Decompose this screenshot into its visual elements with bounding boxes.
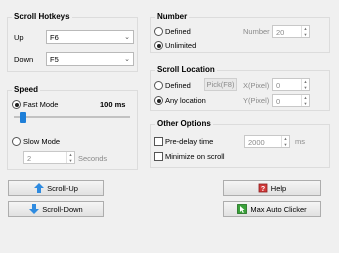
max-auto-clicker-label: Max Auto Clicker [250, 204, 307, 214]
arrow-down-icon [29, 204, 40, 214]
number-group: Number Defined Number 20 ▲ ▼ Unlimited [150, 12, 330, 53]
down-label: Down [14, 55, 34, 64]
spin-arrows-icon[interactable]: ▲ ▼ [281, 136, 289, 147]
slow-seconds-input[interactable]: 2 ▲ ▼ [23, 151, 75, 164]
scroll-location-title: Scroll Location [155, 65, 217, 74]
slow-seconds-value: 2 [27, 154, 32, 163]
number-defined-radio[interactable] [154, 27, 163, 36]
predelay-value: 2000 [248, 138, 265, 147]
slow-unit-label: Seconds [78, 154, 108, 163]
scroll-up-label: Scroll-Up [47, 183, 78, 193]
scroll-down-label: Scroll-Down [42, 204, 83, 214]
speed-slider-track[interactable] [14, 116, 130, 118]
scroll-up-button[interactable]: Scroll-Up [8, 180, 104, 196]
y-pixel-label: Y(Pixel) [243, 96, 270, 105]
scroll-location-group: Scroll Location Defined Pick(F8) X(Pixel… [150, 65, 330, 111]
predelay-label[interactable]: Pre-delay time [165, 137, 213, 146]
up-hotkey-value: F6 [50, 33, 59, 42]
down-hotkey-value: F5 [50, 55, 59, 64]
auto-clicker-icon [237, 204, 248, 214]
help-icon: ? [258, 183, 268, 193]
y-pixel-input[interactable]: 0 ▲ ▼ [272, 94, 310, 107]
number-label: Number [243, 27, 270, 36]
unlimited-label[interactable]: Unlimited [165, 41, 196, 50]
predelay-input[interactable]: 2000 ▲ ▼ [244, 135, 290, 148]
spin-arrows-icon[interactable]: ▲ ▼ [66, 152, 74, 163]
help-button[interactable]: ? Help [223, 180, 321, 196]
fast-value: 100 ms [100, 100, 126, 109]
fast-mode-radio[interactable] [12, 100, 21, 109]
speed-slider-thumb[interactable] [19, 112, 26, 123]
up-label: Up [14, 33, 24, 42]
any-location-radio[interactable] [154, 96, 163, 105]
scroll-hotkeys-title: Scroll Hotkeys [12, 12, 72, 21]
scroll-hotkeys-group: Scroll Hotkeys Up F6 ⌄ Down F5 ⌄ [7, 12, 138, 72]
location-defined-radio[interactable] [154, 81, 163, 90]
minimize-checkbox[interactable] [154, 152, 163, 161]
help-label: Help [270, 183, 287, 193]
up-hotkey-select[interactable]: F6 ⌄ [46, 30, 134, 44]
spin-arrows-icon[interactable]: ▲ ▼ [301, 95, 309, 106]
predelay-checkbox[interactable] [154, 137, 163, 146]
x-pixel-value: 0 [276, 81, 281, 90]
down-hotkey-select[interactable]: F5 ⌄ [46, 52, 134, 66]
x-pixel-label: X(Pixel) [243, 81, 270, 90]
chevron-down-icon: ⌄ [124, 34, 130, 41]
chevron-down-icon: ⌄ [124, 56, 130, 63]
other-options-group: Other Options Pre-delay time 2000 ▲ ▼ ms … [150, 119, 330, 168]
unlimited-radio[interactable] [154, 41, 163, 50]
fast-mode-label[interactable]: Fast Mode [23, 100, 58, 109]
predelay-unit: ms [295, 137, 305, 146]
spin-arrows-icon[interactable]: ▲ ▼ [301, 26, 309, 37]
number-title: Number [155, 12, 190, 21]
slow-mode-label[interactable]: Slow Mode [23, 137, 60, 146]
spin-arrows-icon[interactable]: ▲ ▼ [301, 79, 309, 90]
slow-mode-radio[interactable] [12, 137, 21, 146]
scroll-down-button[interactable]: Scroll-Down [8, 201, 104, 217]
pick-button-label: Pick(F8) [206, 80, 235, 89]
location-defined-label[interactable]: Defined [165, 81, 191, 90]
pick-button[interactable]: Pick(F8) [204, 78, 237, 91]
svg-text:?: ? [261, 186, 265, 193]
speed-title: Speed [12, 85, 41, 94]
max-auto-clicker-button[interactable]: Max Auto Clicker [223, 201, 321, 217]
number-value: 20 [276, 28, 285, 37]
x-pixel-input[interactable]: 0 ▲ ▼ [272, 78, 310, 91]
arrow-up-icon [34, 183, 45, 193]
number-input[interactable]: 20 ▲ ▼ [272, 25, 310, 38]
other-options-title: Other Options [155, 119, 213, 128]
number-defined-label[interactable]: Defined [165, 27, 191, 36]
any-location-label[interactable]: Any location [165, 96, 206, 105]
y-pixel-value: 0 [276, 97, 281, 106]
minimize-label[interactable]: Minimize on scroll [165, 152, 225, 161]
speed-group: Speed Fast Mode 100 ms Slow Mode 2 ▲ ▼ Se… [7, 85, 138, 170]
